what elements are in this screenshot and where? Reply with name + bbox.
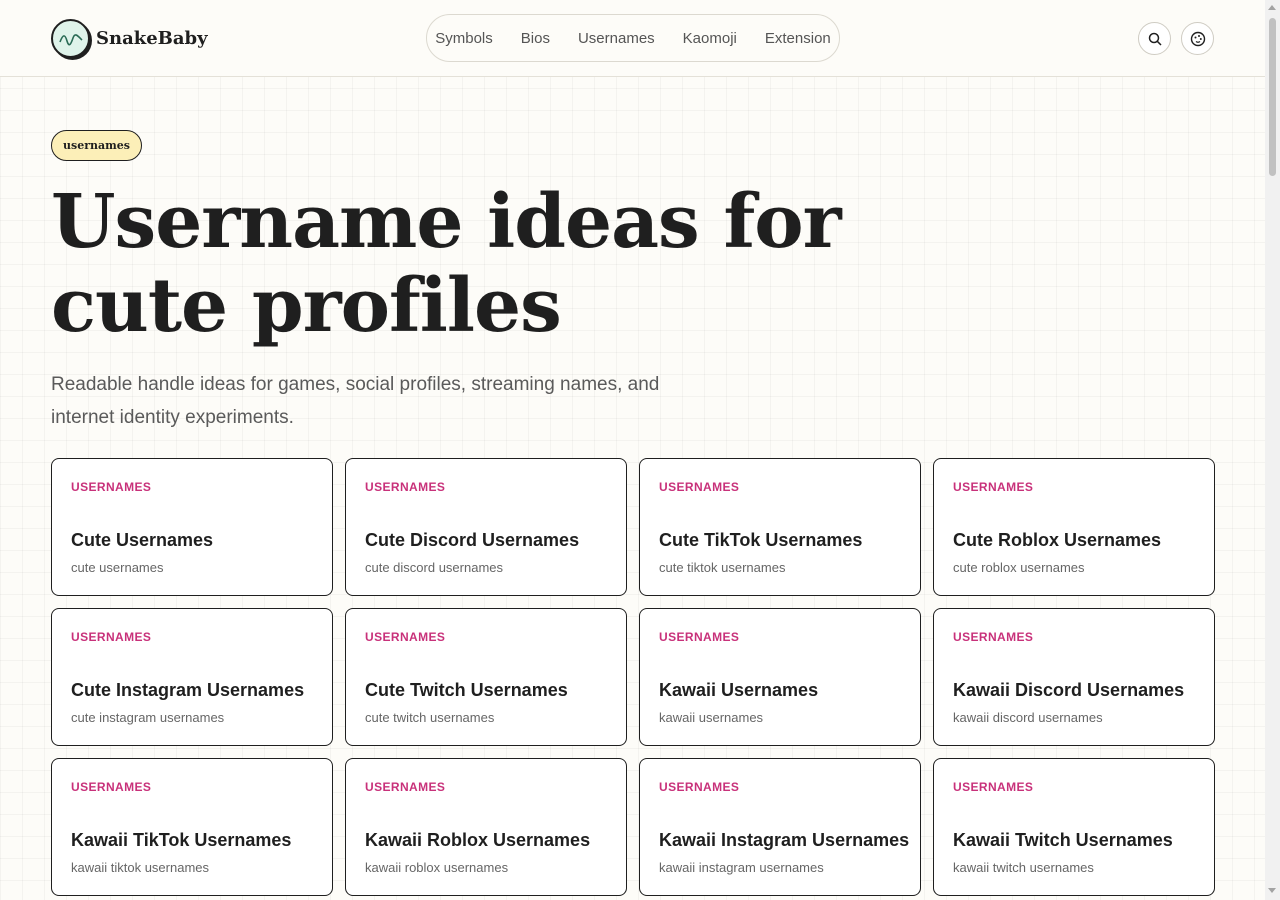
card-title: Kawaii Instagram Usernames [659, 830, 910, 850]
snake-logo-icon [51, 19, 90, 58]
collection-card[interactable]: USERNAMES Kawaii Twitch Usernames kawaii t… [933, 758, 1215, 896]
nav-item-usernames[interactable]: Usernames [578, 30, 655, 47]
card-subtitle: kawaii roblox usernames [365, 860, 509, 875]
collection-card[interactable]: USERNAMES Kawaii Instagram Usernames kawai… [639, 758, 921, 896]
theme-button[interactable] [1181, 22, 1214, 55]
card-category: USERNAMES [365, 780, 446, 794]
collection-grid: USERNAMES Cute Usernames cute usernames US… [51, 458, 1215, 896]
card-title: Cute Instagram Usernames [71, 680, 305, 700]
collection-card[interactable]: USERNAMES Cute Usernames cute usernames [51, 458, 333, 596]
card-subtitle: cute instagram usernames [71, 710, 225, 725]
card-category: USERNAMES [71, 780, 152, 794]
card-category: USERNAMES [71, 630, 152, 644]
card-subtitle: cute usernames [71, 560, 164, 575]
card-category: USERNAMES [953, 780, 1034, 794]
card-subtitle: cute tiktok usernames [659, 560, 786, 575]
card-subtitle: kawaii usernames [659, 710, 764, 725]
collection-card[interactable]: USERNAMES Cute Instagram Usernames cute in… [51, 608, 333, 746]
card-category: USERNAMES [365, 630, 446, 644]
page-title: Username ideas for cute profiles [51, 179, 842, 349]
page-subtitle: Readable handle ideas for games, social … [51, 374, 660, 428]
card-title: Cute Roblox Usernames [953, 530, 1162, 550]
search-icon [1148, 32, 1162, 46]
card-subtitle: cute roblox usernames [953, 560, 1085, 575]
page-scrollbar[interactable] [1265, 0, 1280, 900]
collection-card[interactable]: USERNAMES Kawaii Discord Usernames kawaii … [933, 608, 1215, 746]
card-title: Kawaii Usernames [659, 680, 819, 700]
collection-card[interactable]: USERNAMES Kawaii TikTok Usernames kawaii t… [51, 758, 333, 896]
nav-item-extension[interactable]: Extension [765, 30, 831, 47]
card-subtitle: kawaii tiktok usernames [71, 860, 209, 875]
card-title: Kawaii Discord Usernames [953, 680, 1185, 700]
card-category: USERNAMES [71, 480, 152, 494]
scroll-up-arrow-icon[interactable] [1268, 5, 1276, 10]
collection-card[interactable]: USERNAMES Kawaii Roblox Usernames kawaii r… [345, 758, 627, 896]
card-category: USERNAMES [953, 630, 1034, 644]
card-category: USERNAMES [659, 780, 740, 794]
collection-card[interactable]: USERNAMES Cute Discord Usernames cute disc… [345, 458, 627, 596]
card-title: Cute Usernames [71, 530, 214, 550]
collection-card[interactable]: USERNAMES Cute TikTok Usernames cute tikto… [639, 458, 921, 596]
card-title: Kawaii Twitch Usernames [953, 830, 1173, 850]
card-subtitle: kawaii discord usernames [953, 710, 1103, 725]
card-title: Cute TikTok Usernames [659, 530, 863, 550]
card-subtitle: cute twitch usernames [365, 710, 495, 725]
nav-item-symbols[interactable]: Symbols [435, 30, 493, 47]
nav-item-bios[interactable]: Bios [521, 30, 550, 47]
card-category: USERNAMES [659, 480, 740, 494]
scrollbar-thumb[interactable] [1269, 18, 1276, 176]
card-title: Kawaii Roblox Usernames [365, 830, 591, 850]
card-title: Cute Twitch Usernames [365, 680, 568, 700]
collection-card[interactable]: USERNAMES Cute Roblox Usernames cute roblo… [933, 458, 1215, 596]
nav-item-kaomoji[interactable]: Kaomoji [683, 30, 737, 47]
card-subtitle: kawaii twitch usernames [953, 860, 1094, 875]
card-category: USERNAMES [365, 480, 446, 494]
card-title: Kawaii TikTok Usernames [71, 830, 292, 850]
brand-name: SnakeBaby [96, 28, 208, 49]
card-category: USERNAMES [953, 480, 1034, 494]
logo-link[interactable]: SnakeBaby [51, 19, 208, 58]
card-subtitle: cute discord usernames [365, 560, 504, 575]
card-title: Cute Discord Usernames [365, 530, 580, 550]
scroll-down-arrow-icon[interactable] [1268, 888, 1276, 893]
main-nav: Symbols Bios Usernames Kaomoji Extension [426, 14, 840, 62]
theme-icon [1190, 31, 1205, 46]
collection-card[interactable]: USERNAMES Cute Twitch Usernames cute twitc… [345, 608, 627, 746]
category-badge: usernames [51, 130, 142, 161]
search-button[interactable] [1138, 22, 1171, 55]
card-category: USERNAMES [659, 630, 740, 644]
card-subtitle: kawaii instagram usernames [659, 860, 824, 875]
collection-card[interactable]: USERNAMES Kawaii Usernames kawaii username… [639, 608, 921, 746]
site-header: SnakeBaby Symbols Bios Usernames Kaomoji… [0, 0, 1265, 77]
